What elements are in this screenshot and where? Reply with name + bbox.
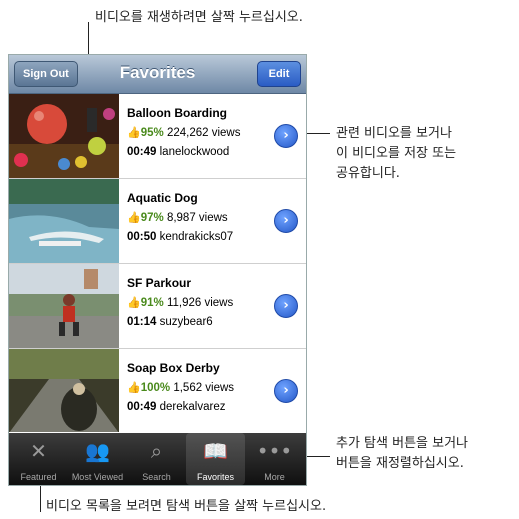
search-icon: ⌕	[150, 439, 163, 463]
video-meta: 01:14 suzybear6	[127, 316, 213, 328]
video-rating: 95%	[140, 127, 164, 139]
video-stats: 👍97% 8,987 views	[127, 211, 228, 224]
video-views: 1,562 views	[173, 382, 235, 394]
callout-more-line1: 추가 탐색 버튼을 보거나	[336, 436, 468, 451]
callout-play-video: 비디오를 재생하려면 살짝 누르십시오.	[95, 10, 303, 25]
tab-bar: ✕ Featured 👥 Most Viewed ⌕ Search 📖 Favo…	[9, 433, 306, 485]
edit-button[interactable]: Edit	[257, 61, 301, 87]
video-thumbnail[interactable]	[9, 94, 119, 178]
callout-nav-buttons: 비디오 목록을 보려면 탐색 버튼을 살짝 누르십시오.	[46, 499, 327, 514]
thumbs-up-icon: 👍	[127, 127, 141, 139]
tab-more[interactable]: ••• More	[245, 433, 304, 485]
video-views: 11,926 views	[166, 297, 234, 309]
video-meta: 00:50 kendrakicks07	[127, 231, 233, 243]
tab-search[interactable]: ⌕ Search	[127, 433, 186, 485]
video-thumbnail[interactable]	[9, 264, 119, 348]
callout-more-line2: 버튼을 재정렬하십시오.	[336, 456, 464, 471]
video-meta: 00:49 lanelockwood	[127, 146, 229, 158]
detail-disclosure-button[interactable]: ›	[274, 124, 298, 148]
video-rating: 97%	[140, 212, 164, 224]
list-item[interactable]: Aquatic Dog 👍97% 8,987 views 00:50 kendr…	[9, 179, 306, 264]
video-thumbnail[interactable]	[9, 179, 119, 263]
favorites-book-icon: 📖	[203, 439, 228, 463]
video-title: Soap Box Derby	[127, 361, 220, 375]
tab-label: Featured	[20, 472, 57, 482]
video-user: derekalvarez	[159, 401, 226, 413]
video-user: lanelockwood	[159, 146, 230, 158]
more-dots-icon: •••	[256, 439, 293, 463]
tab-label: More	[264, 472, 285, 482]
video-user: suzybear6	[159, 316, 213, 328]
video-views: 8,987 views	[166, 212, 228, 224]
video-duration: 01:14	[127, 316, 157, 328]
thumbs-up-icon: 👍	[127, 212, 141, 224]
detail-disclosure-button[interactable]: ›	[274, 379, 298, 403]
navigation-bar: Sign Out Favorites Edit	[9, 55, 306, 94]
video-views: 224,262 views	[166, 127, 241, 139]
video-stats: 👍100% 1,562 views	[127, 381, 234, 394]
list-item[interactable]: Soap Box Derby 👍100% 1,562 views 00:49 d…	[9, 349, 306, 432]
list-item[interactable]: SF Parkour 👍91% 11,926 views 01:14 suzyb…	[9, 264, 306, 349]
video-stats: 👍91% 11,926 views	[127, 296, 233, 309]
video-rating: 100%	[140, 382, 171, 394]
detail-disclosure-button[interactable]: ›	[274, 294, 298, 318]
featured-icon: ✕	[30, 439, 47, 463]
callout-related-line2: 이 비디오를 저장 또는	[336, 146, 457, 161]
video-duration: 00:49	[127, 146, 157, 158]
video-duration: 00:50	[127, 231, 157, 243]
most-viewed-icon: 👥	[85, 439, 110, 463]
video-meta: 00:49 derekalvarez	[127, 401, 225, 413]
video-title: SF Parkour	[127, 276, 192, 290]
tab-label: Search	[142, 472, 171, 482]
video-stats: 👍95% 224,262 views	[127, 126, 240, 139]
callout-related-line3: 공유합니다.	[336, 166, 400, 181]
video-user: kendrakicks07	[159, 231, 234, 243]
detail-disclosure-button[interactable]: ›	[274, 209, 298, 233]
thumbs-up-icon: 👍	[127, 382, 141, 394]
tab-most-viewed[interactable]: 👥 Most Viewed	[68, 433, 127, 485]
tab-featured[interactable]: ✕ Featured	[9, 433, 68, 485]
tab-label: Most Viewed	[71, 472, 124, 482]
tab-label: Favorites	[196, 472, 234, 482]
list-item[interactable]: Balloon Boarding 👍95% 224,262 views 00:4…	[9, 94, 306, 179]
video-title: Aquatic Dog	[127, 191, 198, 205]
thumbs-up-icon: 👍	[127, 297, 141, 309]
video-thumbnail[interactable]	[9, 349, 119, 432]
video-rating: 91%	[140, 297, 164, 309]
callout-related-line1: 관련 비디오를 보거나	[336, 126, 452, 141]
video-title: Balloon Boarding	[127, 106, 227, 120]
tab-favorites[interactable]: 📖 Favorites	[186, 433, 245, 485]
video-duration: 00:49	[127, 401, 157, 413]
phone-screen: Sign Out Favorites Edit Balloon Boarding…	[8, 54, 307, 486]
video-list: Balloon Boarding 👍95% 224,262 views 00:4…	[9, 94, 306, 432]
